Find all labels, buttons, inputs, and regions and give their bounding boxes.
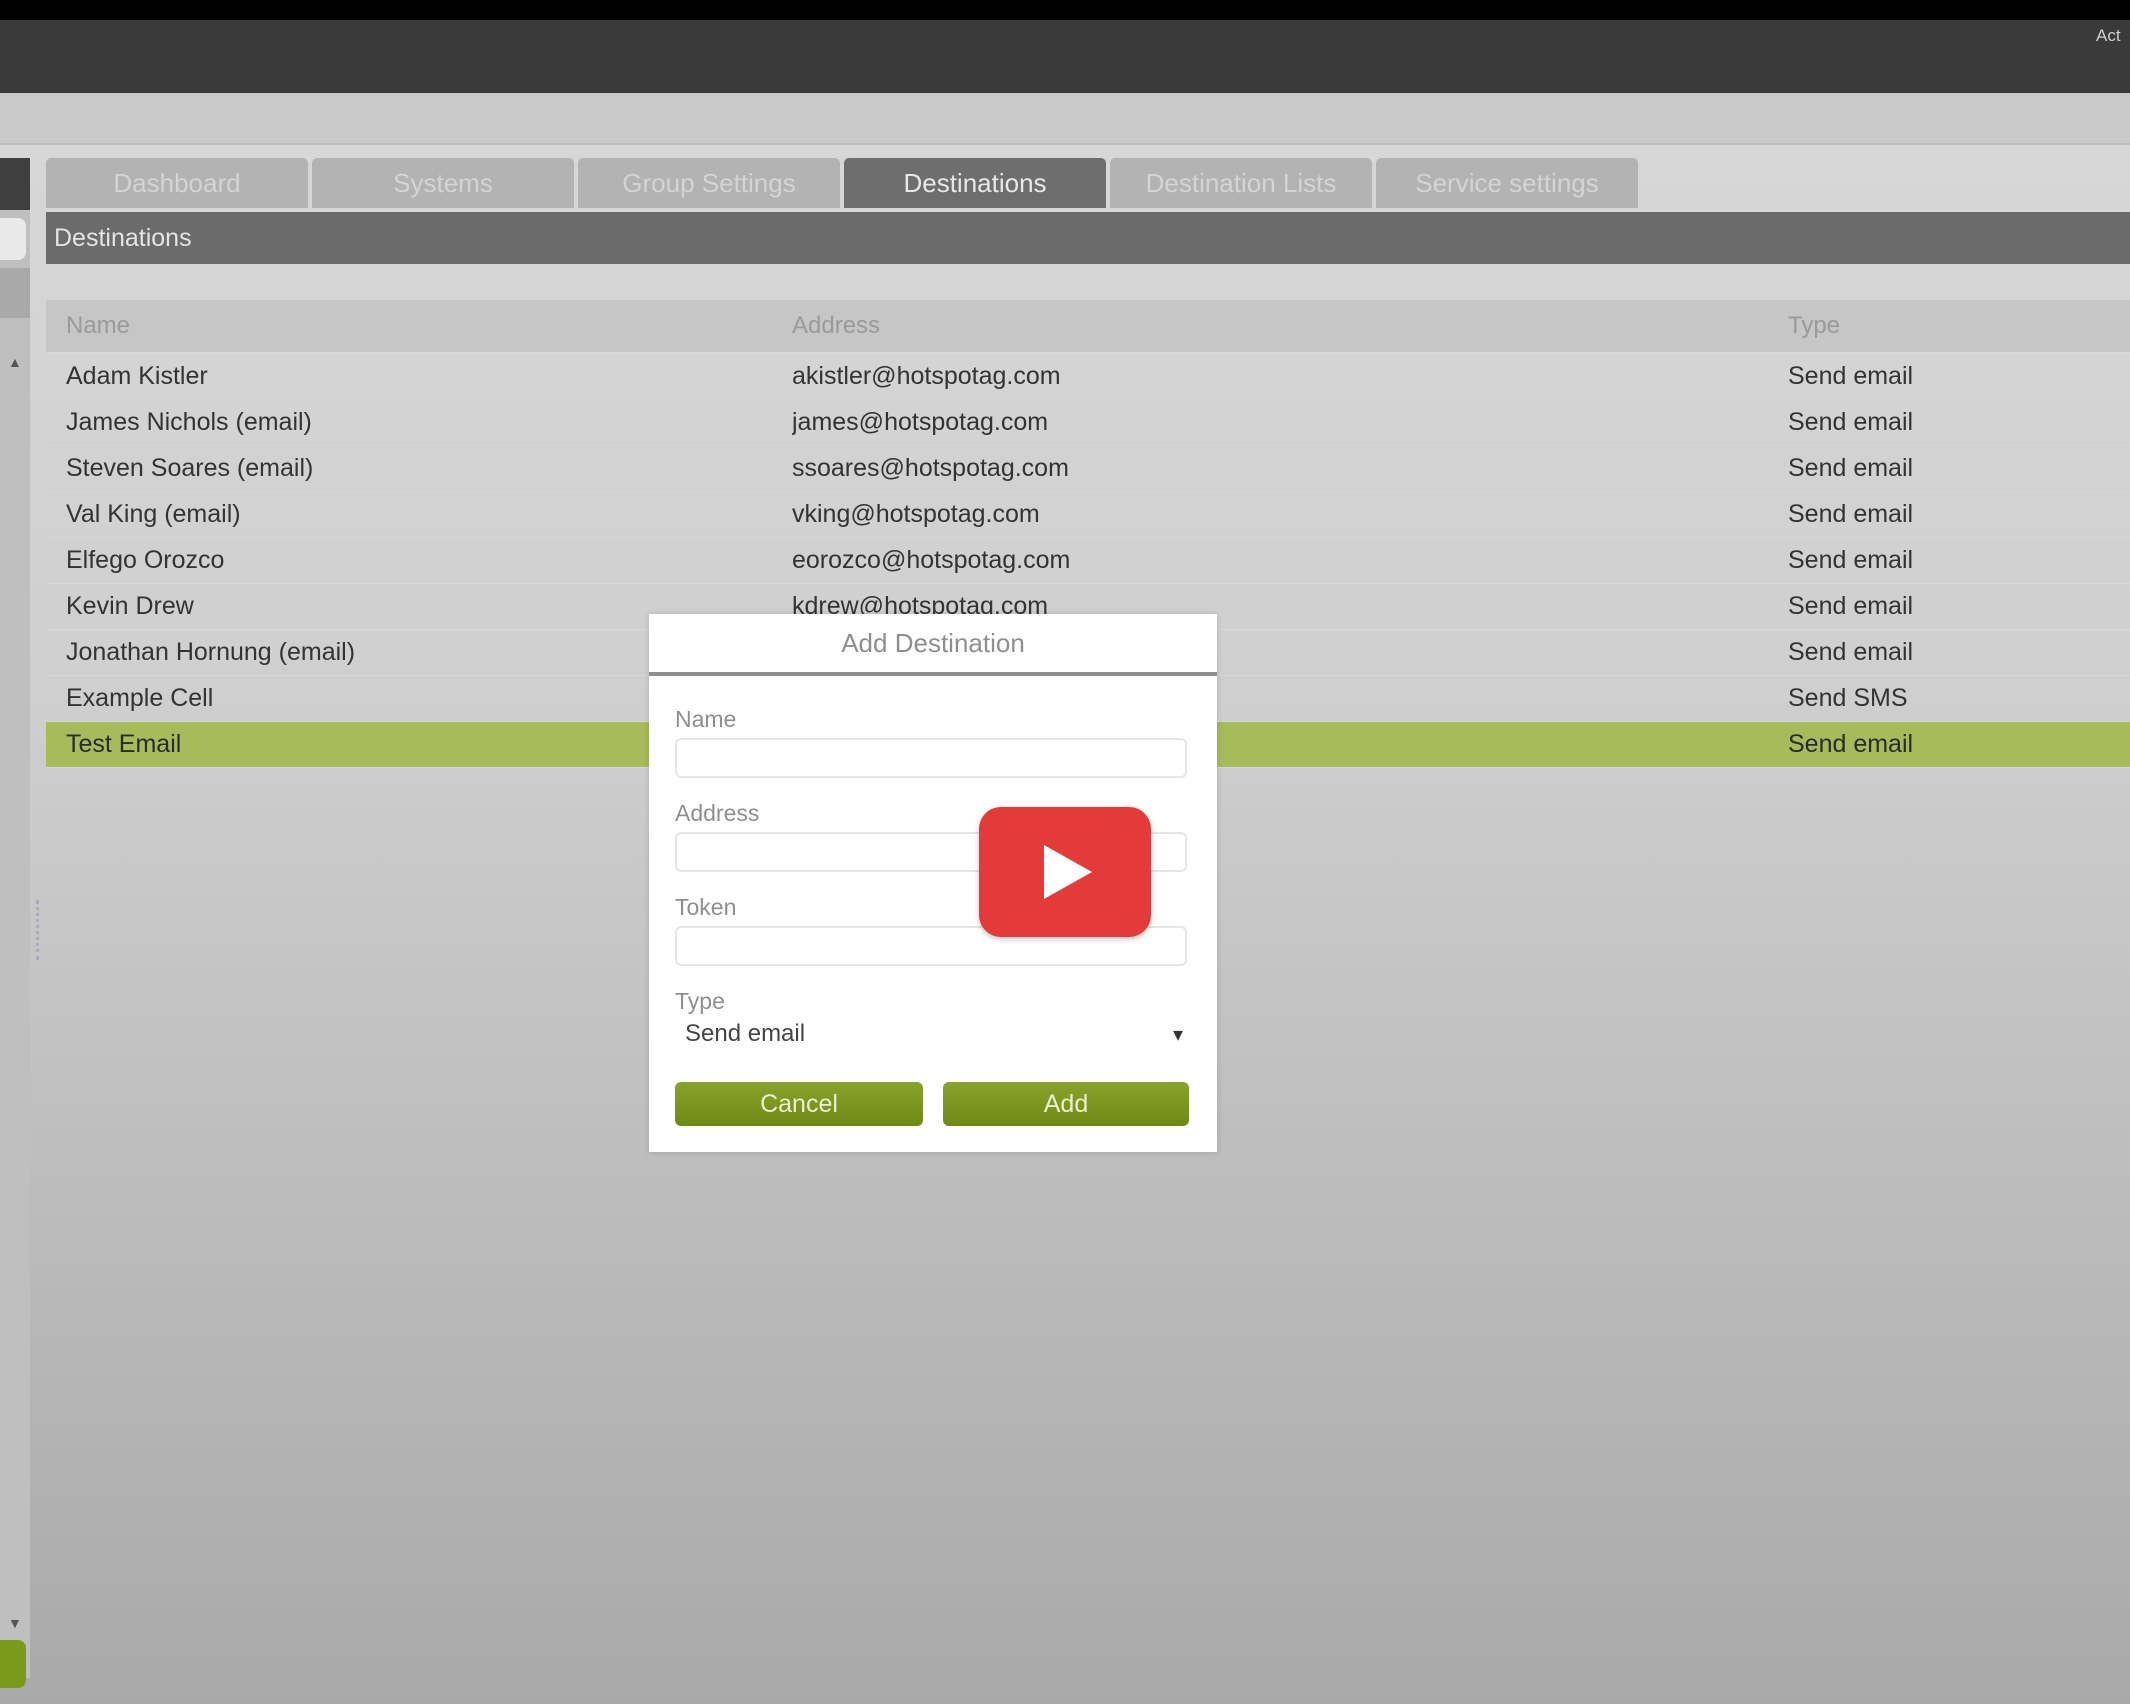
- tab-destinations[interactable]: Destinations: [844, 158, 1106, 208]
- cell-name: James Nichols (email): [66, 408, 312, 436]
- cell-type: Send email: [1788, 730, 1914, 758]
- header-account-text: Act: [2096, 26, 2121, 45]
- table-row[interactable]: Elfego Orozco eorozco@hotspotag.com Send…: [46, 538, 2130, 584]
- cell-type: Send email: [1788, 362, 1914, 390]
- rail-action-button[interactable]: [0, 1640, 26, 1688]
- name-label: Name: [675, 706, 737, 732]
- type-select[interactable]: Send email ▾: [675, 1014, 1191, 1054]
- scroll-up-icon[interactable]: ▲: [8, 354, 22, 370]
- cell-address: eorozco@hotspotag.com: [792, 546, 1071, 574]
- rail-header: [0, 158, 30, 210]
- rail-toggle[interactable]: [0, 218, 26, 260]
- app-header: Act: [0, 20, 2130, 93]
- app-frame: Act ▲ ▼ Dashboard Systems Group Settings…: [0, 20, 2130, 1704]
- video-play-button[interactable]: [979, 807, 1151, 937]
- type-selected-value: Send email: [685, 1020, 806, 1047]
- column-header-type[interactable]: Type: [1788, 312, 2130, 340]
- dialog-title: Add Destination: [649, 614, 1217, 676]
- cancel-button[interactable]: Cancel: [675, 1082, 923, 1126]
- table-row[interactable]: Val King (email) vking@hotspotag.com Sen…: [46, 492, 2130, 538]
- tab-service-settings[interactable]: Service settings: [1376, 158, 1638, 208]
- cell-address: akistler@hotspotag.com: [792, 362, 1061, 390]
- cell-address: ssoares@hotspotag.com: [792, 454, 1069, 482]
- play-icon: [1044, 845, 1092, 899]
- rail-band: [0, 268, 30, 318]
- sub-header: [0, 93, 2130, 145]
- cell-address: james@hotspotag.com: [792, 408, 1049, 436]
- panel-splitter[interactable]: [36, 900, 43, 960]
- left-panel: ▲ ▼: [0, 158, 30, 1688]
- cell-type: Send email: [1788, 408, 1914, 436]
- table-row[interactable]: Steven Soares (email) ssoares@hotspotag.…: [46, 446, 2130, 492]
- type-label: Type: [675, 988, 725, 1014]
- scroll-down-icon[interactable]: ▼: [8, 1615, 22, 1631]
- main-tabs: Dashboard Systems Group Settings Destina…: [46, 158, 1638, 210]
- column-header-name[interactable]: Name: [46, 312, 792, 340]
- cell-name: Val King (email): [66, 500, 241, 528]
- cell-address: vking@hotspotag.com: [792, 500, 1040, 528]
- table-row[interactable]: Adam Kistler akistler@hotspotag.com Send…: [46, 354, 2130, 400]
- chevron-down-icon: ▾: [1172, 1023, 1183, 1046]
- column-header-address[interactable]: Address: [792, 312, 1788, 340]
- cell-name: Adam Kistler: [66, 362, 208, 390]
- cell-type: Send email: [1788, 500, 1914, 528]
- table-header: Name Address Type: [46, 300, 2130, 354]
- add-button[interactable]: Add: [943, 1082, 1189, 1126]
- cell-type: Send SMS: [1788, 684, 1908, 712]
- address-label: Address: [675, 800, 760, 826]
- tab-destination-lists[interactable]: Destination Lists: [1110, 158, 1372, 208]
- cell-type: Send email: [1788, 454, 1914, 482]
- cell-type: Send email: [1788, 638, 1914, 666]
- table-row[interactable]: James Nichols (email) james@hotspotag.co…: [46, 400, 2130, 446]
- name-input[interactable]: [675, 738, 1187, 778]
- cell-name: Steven Soares (email): [66, 454, 314, 482]
- tab-systems[interactable]: Systems: [312, 158, 574, 208]
- tab-dashboard[interactable]: Dashboard: [46, 158, 308, 208]
- section-title: Destinations: [46, 212, 2130, 264]
- tab-group-settings[interactable]: Group Settings: [578, 158, 840, 208]
- token-label: Token: [675, 894, 737, 920]
- cell-name: Elfego Orozco: [66, 546, 225, 574]
- cell-type: Send email: [1788, 592, 1914, 620]
- cell-type: Send email: [1788, 546, 1914, 574]
